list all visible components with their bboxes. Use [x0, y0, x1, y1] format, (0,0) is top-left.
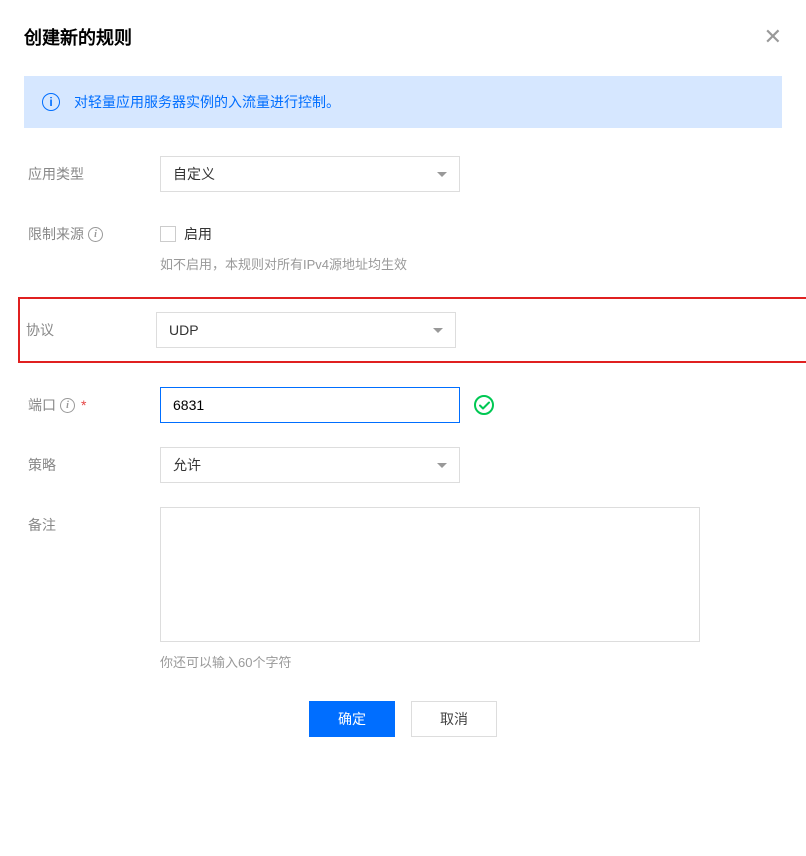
help-icon[interactable]: i [88, 227, 103, 242]
chevron-down-icon [437, 463, 447, 468]
protocol-select[interactable]: UDP [156, 312, 456, 348]
info-banner-text: 对轻量应用服务器实例的入流量进行控制。 [74, 92, 340, 112]
enable-checkbox-row: 启用 [160, 216, 782, 244]
info-icon: i [42, 93, 60, 111]
confirm-button[interactable]: 确定 [309, 701, 395, 737]
port-label-text: 端口 [28, 395, 56, 415]
enable-checkbox[interactable] [160, 226, 176, 242]
cancel-button[interactable]: 取消 [411, 701, 497, 737]
app-type-value: 自定义 [173, 164, 215, 184]
port-label: 端口 i * [28, 387, 160, 415]
required-asterisk: * [81, 397, 86, 413]
protocol-value: UDP [169, 322, 199, 338]
restrict-source-label-text: 限制来源 [28, 224, 84, 244]
protocol-row: 协议 UDP [24, 312, 780, 348]
policy-label: 策略 [28, 447, 160, 475]
policy-row: 策略 允许 [24, 447, 782, 483]
restrict-source-label: 限制来源 i [28, 216, 160, 244]
remarks-label: 备注 [28, 507, 160, 535]
app-type-row: 应用类型 自定义 [24, 156, 782, 192]
help-icon[interactable]: i [60, 398, 75, 413]
policy-select[interactable]: 允许 [160, 447, 460, 483]
modal-header: 创建新的规则 ✕ [24, 24, 782, 50]
protocol-highlight: 协议 UDP [18, 297, 806, 363]
remarks-textarea[interactable] [160, 507, 700, 642]
port-input[interactable] [160, 387, 460, 423]
remarks-row: 备注 你还可以输入60个字符 [24, 507, 782, 671]
modal-title: 创建新的规则 [24, 24, 132, 50]
policy-value: 允许 [173, 455, 201, 475]
close-icon[interactable]: ✕ [764, 26, 782, 48]
check-circle-icon [474, 395, 494, 415]
remarks-hint: 你还可以输入60个字符 [160, 652, 782, 671]
restrict-hint: 如不启用，本规则对所有IPv4源地址均生效 [160, 254, 782, 273]
enable-checkbox-label: 启用 [184, 224, 212, 244]
chevron-down-icon [433, 328, 443, 333]
info-banner: i 对轻量应用服务器实例的入流量进行控制。 [24, 76, 782, 128]
modal-footer: 确定 取消 [24, 701, 782, 737]
restrict-source-row: 限制来源 i 启用 如不启用，本规则对所有IPv4源地址均生效 [24, 216, 782, 273]
app-type-select[interactable]: 自定义 [160, 156, 460, 192]
app-type-label: 应用类型 [28, 156, 160, 184]
chevron-down-icon [437, 172, 447, 177]
protocol-label: 协议 [26, 312, 156, 340]
create-rule-modal: 创建新的规则 ✕ i 对轻量应用服务器实例的入流量进行控制。 应用类型 自定义 … [0, 0, 806, 761]
port-row: 端口 i * [24, 387, 782, 423]
